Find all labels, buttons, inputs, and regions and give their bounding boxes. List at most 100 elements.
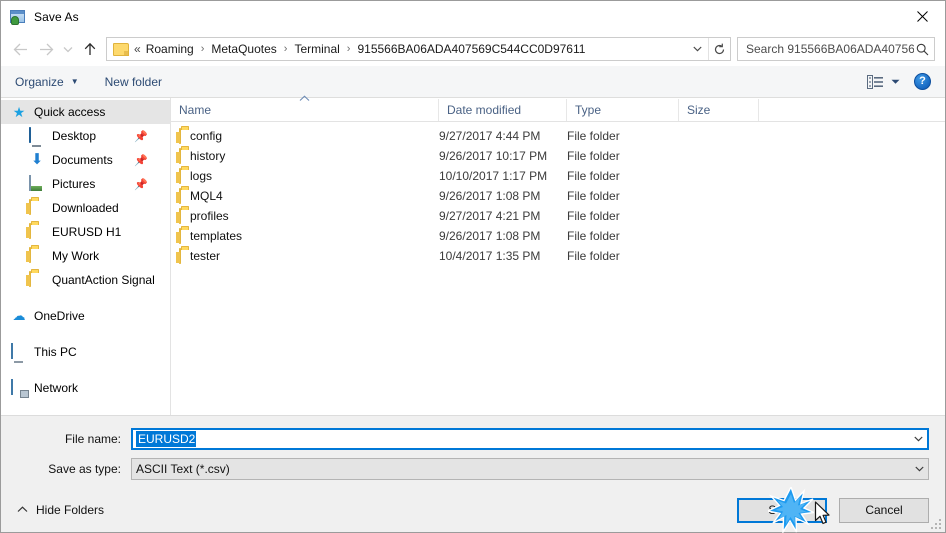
sidebar-item-desktop[interactable]: Desktop 📌 <box>1 124 170 148</box>
file-list-pane: Name Date modified Type Size config 9/27… <box>171 95 945 415</box>
table-row[interactable]: tester 10/4/2017 1:35 PM File folder <box>171 246 945 266</box>
folder-icon <box>29 223 45 240</box>
column-header-type[interactable]: Type <box>567 98 679 121</box>
table-row[interactable]: history 9/26/2017 10:17 PM File folder <box>171 146 945 166</box>
file-name-cell: tester <box>171 248 439 264</box>
breadcrumb-item-guid[interactable]: 915566BA06ADA407569C544CC0D97611 <box>356 42 586 56</box>
cancel-label: Cancel <box>865 503 903 517</box>
sidebar-item-my-work[interactable]: My Work <box>1 244 170 268</box>
pin-icon[interactable]: 📌 <box>134 154 148 167</box>
folder-icon <box>29 271 45 288</box>
chevron-down-icon <box>891 79 900 84</box>
file-date-cell: 10/4/2017 1:35 PM <box>439 249 541 263</box>
file-name-label: history <box>190 149 226 163</box>
sidebar-item-network[interactable]: Network <box>1 376 170 400</box>
resize-grip-icon[interactable] <box>929 517 941 529</box>
sidebar-item-label: Documents <box>52 153 113 167</box>
table-row[interactable]: profiles 9/27/2017 4:21 PM File folder <box>171 206 945 226</box>
sidebar-item-label: Network <box>34 381 79 395</box>
save-as-type-value: ASCII Text (*.csv) <box>136 462 230 476</box>
breadcrumb-leading-separator: « <box>134 42 141 56</box>
save-label: Save <box>768 503 796 517</box>
navigation-pane: ★ Quick access Desktop 📌 ⬇ Documents 📌 P… <box>1 98 171 415</box>
cancel-button[interactable]: Cancel <box>839 497 929 523</box>
table-row[interactable]: logs 10/10/2017 1:17 PM File folder <box>171 166 945 186</box>
list-view-icon <box>867 74 883 89</box>
dialog-body: ★ Quick access Desktop 📌 ⬇ Documents 📌 P… <box>1 95 945 415</box>
sidebar-item-pictures[interactable]: Pictures 📌 <box>1 172 170 196</box>
file-date-cell: 9/26/2017 1:08 PM <box>439 229 541 243</box>
organize-button[interactable]: Organize ▼ <box>15 75 79 89</box>
pictures-icon <box>29 175 45 192</box>
refresh-icon[interactable] <box>708 38 730 60</box>
command-bar-right: ? <box>867 73 945 90</box>
sidebar-item-label: EURUSD H1 <box>52 225 122 239</box>
column-header-size[interactable]: Size <box>679 98 759 121</box>
hide-folders-label: Hide Folders <box>36 503 105 517</box>
folder-icon <box>179 188 181 204</box>
breadcrumb[interactable]: « Roaming › MetaQuotes › Terminal › 9155… <box>106 37 731 61</box>
forward-button[interactable] <box>33 36 59 62</box>
hide-folders-button[interactable]: Hide Folders <box>17 503 104 517</box>
file-name-input[interactable]: EURUSD2 <box>131 428 929 450</box>
save-as-type-row: Save as type: ASCII Text (*.csv) <box>17 458 929 480</box>
sidebar-item-label: Downloaded <box>52 201 119 215</box>
file-type-cell: File folder <box>567 229 620 243</box>
save-form: File name: EURUSD2 Save as type: ASCII T… <box>1 415 945 488</box>
folder-icon <box>179 168 181 184</box>
file-name-cell: templates <box>171 228 439 244</box>
column-header-date-modified[interactable]: Date modified <box>439 98 567 121</box>
table-row[interactable]: templates 9/26/2017 1:08 PM File folder <box>171 226 945 246</box>
sidebar-item-quantaction-signal[interactable]: QuantAction Signal <box>1 268 170 292</box>
folder-icon <box>29 199 45 216</box>
save-as-type-select[interactable]: ASCII Text (*.csv) <box>131 458 929 480</box>
table-row[interactable]: MQL4 9/26/2017 1:08 PM File folder <box>171 186 945 206</box>
sidebar-item-quick-access[interactable]: ★ Quick access <box>1 100 170 124</box>
pin-icon[interactable]: 📌 <box>134 130 148 143</box>
sidebar-item-onedrive[interactable]: ☁ OneDrive <box>1 304 170 328</box>
save-button[interactable]: Save <box>737 497 827 523</box>
back-button[interactable] <box>7 36 33 62</box>
new-folder-button[interactable]: New folder <box>105 75 162 89</box>
close-button[interactable] <box>899 1 945 31</box>
file-name-label: MQL4 <box>190 189 223 203</box>
command-bar: Organize ▼ New folder ? <box>1 66 945 98</box>
pin-icon[interactable]: 📌 <box>134 178 148 191</box>
recent-locations-button[interactable] <box>59 36 77 62</box>
sidebar-item-downloaded[interactable]: Downloaded <box>1 196 170 220</box>
help-button[interactable]: ? <box>914 73 931 90</box>
sidebar-item-documents[interactable]: ⬇ Documents 📌 <box>1 148 170 172</box>
sort-ascending-icon <box>299 94 310 104</box>
star-icon: ★ <box>12 104 26 120</box>
search-input[interactable]: Search 915566BA06ADA40756... <box>737 37 935 61</box>
monitor-icon <box>29 127 45 144</box>
network-icon <box>11 379 27 396</box>
up-button[interactable] <box>77 36 103 62</box>
column-header-row: Name Date modified Type Size <box>171 95 945 122</box>
breadcrumb-item-terminal[interactable]: Terminal <box>293 42 340 56</box>
breadcrumb-item-metaquotes[interactable]: MetaQuotes <box>210 42 277 56</box>
breadcrumb-item-roaming[interactable]: Roaming <box>145 42 195 56</box>
chevron-down-icon: ▼ <box>70 77 79 86</box>
chevron-down-icon[interactable] <box>915 459 924 479</box>
change-view-button[interactable] <box>867 74 900 89</box>
file-name-label: templates <box>190 229 243 243</box>
file-name-label: File name: <box>64 432 121 446</box>
save-as-dialog: Save As « Roaming › MetaQuotes › Termina <box>0 0 946 533</box>
file-rows: config 9/27/2017 4:44 PM File folder his… <box>171 122 945 415</box>
chevron-down-icon[interactable] <box>686 38 708 60</box>
chevron-down-icon[interactable] <box>914 430 923 448</box>
table-row[interactable]: config 9/27/2017 4:44 PM File folder <box>171 126 945 146</box>
sidebar-item-label: Quick access <box>34 105 106 119</box>
sidebar-item-eurusd-h1[interactable]: EURUSD H1 <box>1 220 170 244</box>
new-folder-label: New folder <box>104 74 162 89</box>
sidebar-item-this-pc[interactable]: This PC <box>1 340 170 364</box>
address-bar: « Roaming › MetaQuotes › Terminal › 9155… <box>1 32 945 66</box>
save-as-type-label: Save as type: <box>48 462 121 476</box>
file-name-label: tester <box>190 249 221 263</box>
folder-icon <box>29 247 45 264</box>
file-name-label: config <box>190 129 223 143</box>
window-title: Save As <box>34 9 79 24</box>
sidebar-item-label: OneDrive <box>34 309 85 323</box>
dialog-footer: Hide Folders Save Cancel <box>1 488 945 532</box>
